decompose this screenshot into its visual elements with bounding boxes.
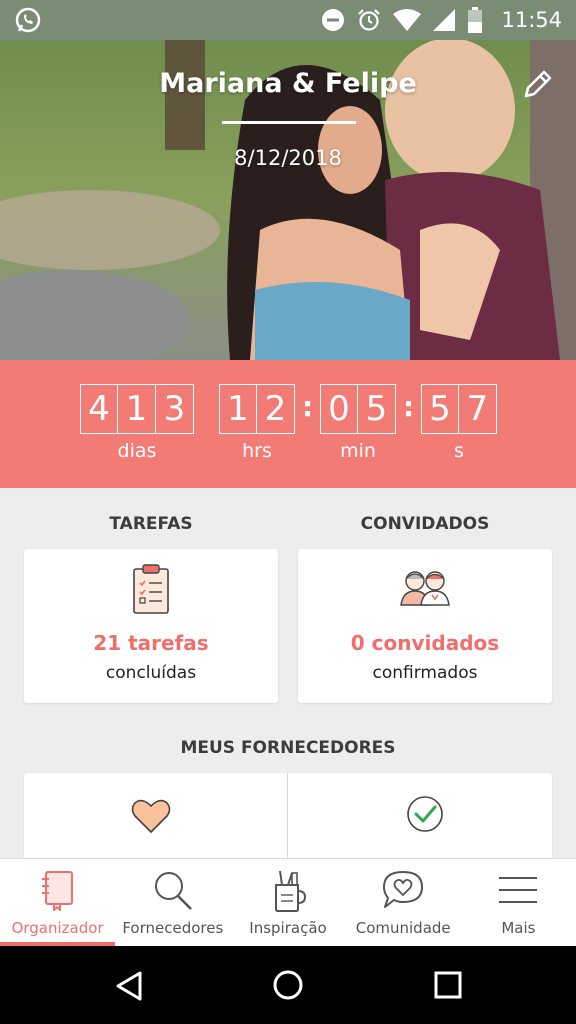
menu-icon [499,877,538,903]
check-circle-icon[interactable] [404,793,446,835]
hours-digit: 2 [257,384,295,434]
do-not-disturb-icon [322,9,345,31]
pencil-icon[interactable] [520,68,554,102]
seconds-digit: 5 [421,384,459,434]
vendors-title: MEUS FORNECEDORES [180,738,396,758]
nav-label: Fornecedores [122,919,224,937]
time-separator: : [302,390,314,423]
seconds-digit: 7 [459,384,497,434]
chat-heart-icon [383,871,424,908]
clock: 11:54 [501,8,562,32]
seconds-label: s [454,440,464,462]
whatsapp-icon [15,7,41,33]
clipboard-checklist-icon [133,564,169,614]
minutes-digits: 0 5 [320,384,396,434]
countdown-bar: 4 1 3 1 2 : 0 5 : 5 7 dias hrs min s [0,360,576,488]
nav-fornecedores[interactable]: Fornecedores [115,859,230,946]
title-divider [222,121,356,124]
tasks-title: TAREFAS [109,514,193,534]
guests-count: 0 convidados [350,631,500,655]
heart-icon[interactable] [130,797,172,835]
minutes-digit: 0 [320,384,358,434]
days-digit: 4 [80,384,118,434]
home-icon[interactable] [272,969,304,1001]
nav-label: Mais [501,919,536,937]
seconds-digits: 5 7 [421,384,497,434]
nav-mais[interactable]: Mais [461,859,576,946]
search-icon [154,872,192,910]
days-digit: 1 [118,384,156,434]
battery-icon [468,7,483,33]
notebook-icon [41,871,73,911]
guests-title: CONVIDADOS [360,514,490,534]
couple-photo-header: Mariana & Felipe 8/12/2018 [0,40,576,360]
bottom-navigation: Organizador Fornecedores Inspiração Comu… [0,858,576,946]
nav-inspiracao[interactable]: Inspiração [230,859,345,946]
nav-label: Organizador [11,919,104,937]
pencil-cup-icon [275,870,307,912]
days-digits: 4 1 3 [80,384,194,434]
status-bar: 11:54 [0,0,576,40]
nav-label: Inspiração [249,919,327,937]
guests-subtitle: confirmados [372,663,478,683]
minutes-digit: 5 [358,384,396,434]
back-icon[interactable] [114,970,144,1002]
wedding-date: 8/12/2018 [234,146,342,170]
hours-digits: 1 2 [219,384,295,434]
guests-card[interactable]: 0 convidados confirmados [298,549,552,703]
tasks-card[interactable]: 21 tarefas concluídas [24,549,278,703]
minutes-label: min [340,440,376,462]
recents-icon[interactable] [434,971,462,999]
days-label: dias [117,440,157,462]
hours-digit: 1 [219,384,257,434]
couple-guests-icon [400,571,450,606]
time-separator: : [403,390,415,423]
signal-icon [433,9,456,31]
system-navigation-bar [0,946,576,1024]
nav-label: Comunidade [355,919,451,937]
alarm-icon [358,9,381,31]
days-digit: 3 [156,384,194,434]
nav-comunidade[interactable]: Comunidade [346,859,461,946]
nav-organizador[interactable]: Organizador [0,859,116,946]
wifi-icon [393,9,422,31]
tasks-count: 21 tarefas [93,631,209,655]
hours-label: hrs [242,440,272,462]
couple-names: Mariana & Felipe [159,68,417,99]
tasks-subtitle: concluídas [105,663,197,683]
